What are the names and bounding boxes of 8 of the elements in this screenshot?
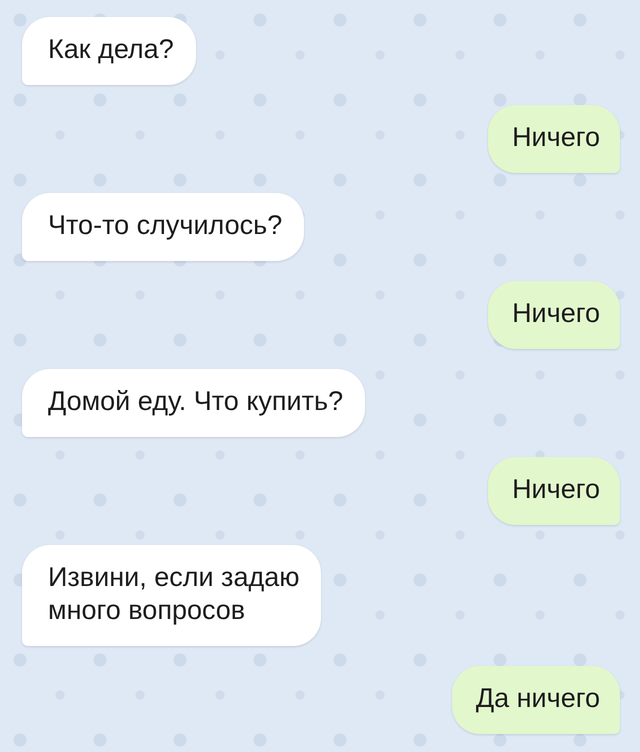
message-text: Ничего — [512, 474, 600, 504]
message-text: Домой еду. Что купить? — [48, 386, 344, 416]
message-text: Да ничего — [476, 683, 600, 713]
message-text: Ничего — [512, 298, 600, 328]
message-text: Ничего — [512, 122, 600, 152]
message-text: Извини, если задаю много вопросов — [48, 562, 300, 625]
message-text: Как дела? — [48, 34, 174, 64]
message-text: Что-то случилось? — [48, 210, 282, 240]
